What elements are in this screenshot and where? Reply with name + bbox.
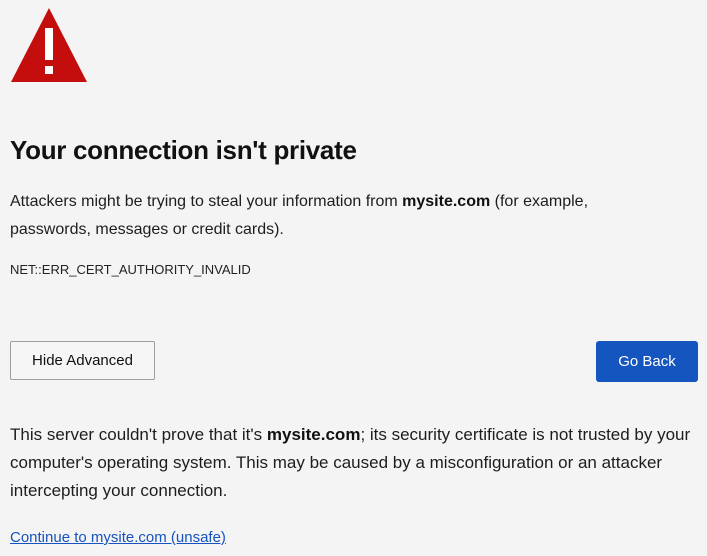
details-site-name: mysite.com bbox=[266, 425, 361, 444]
intro-text-before: Attackers might be trying to steal your … bbox=[10, 193, 403, 210]
page-title: Your connection isn't private bbox=[10, 135, 357, 165]
error-code: NET::ERR_CERT_AUTHORITY_INVALID bbox=[10, 262, 251, 277]
continue-unsafe-link[interactable]: Continue to mysite.com (unsafe) bbox=[10, 529, 226, 546]
error-page: Your connection isn't private Attackers … bbox=[0, 0, 707, 556]
details-text-before: This server couldn't prove that it's bbox=[10, 425, 267, 444]
hide-advanced-button[interactable]: Hide Advanced bbox=[10, 341, 155, 380]
warning-triangle-icon bbox=[11, 8, 87, 82]
advanced-details-text: This server couldn't prove that it's mys… bbox=[10, 421, 700, 505]
intro-site-name: mysite.com bbox=[402, 193, 491, 210]
intro-text: Attackers might be trying to steal your … bbox=[10, 188, 670, 244]
go-back-button[interactable]: Go Back bbox=[596, 341, 698, 382]
